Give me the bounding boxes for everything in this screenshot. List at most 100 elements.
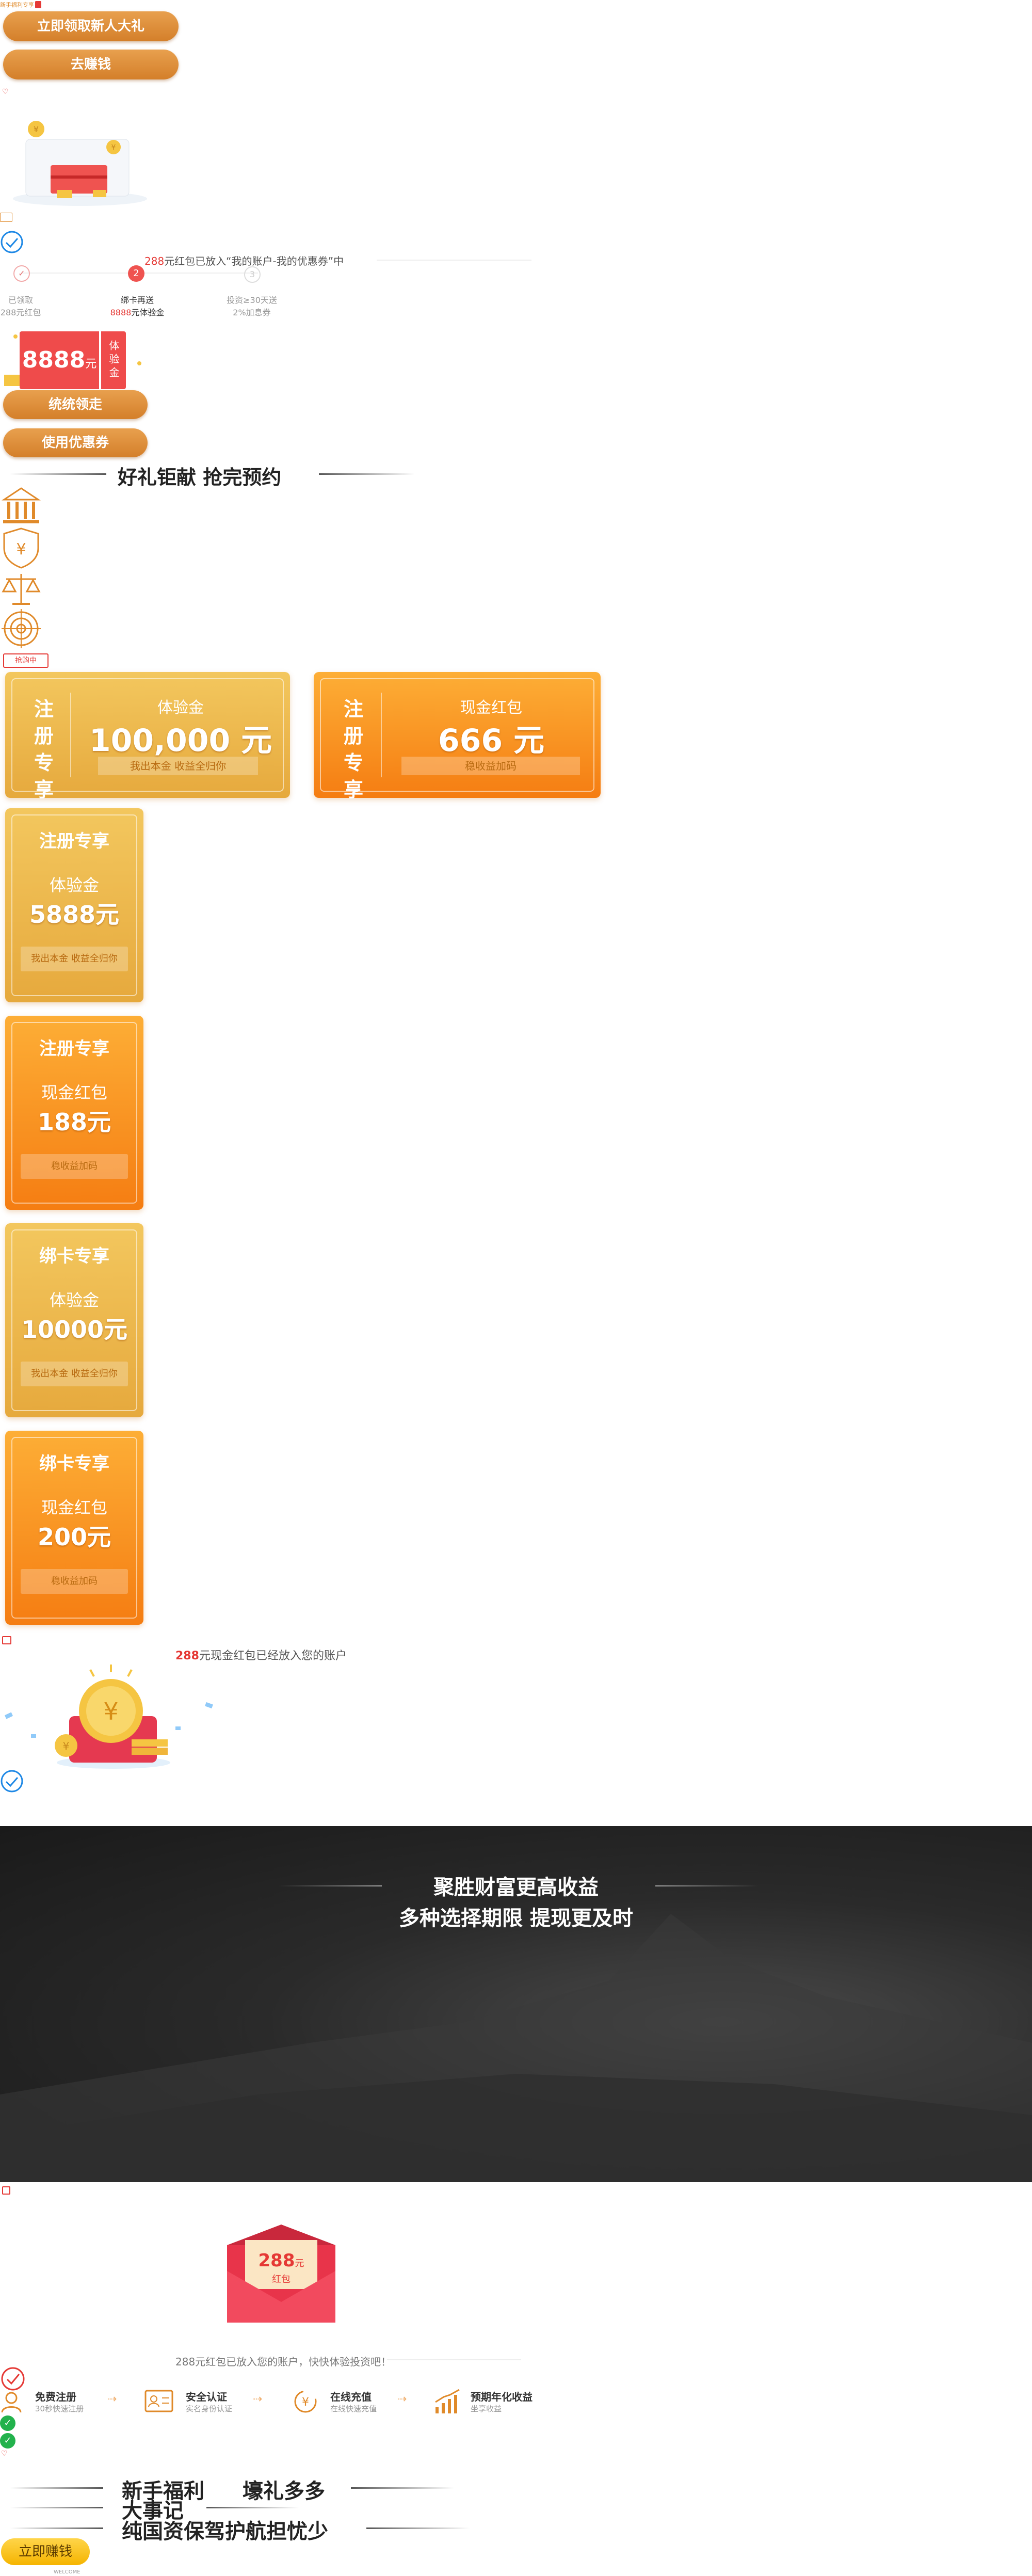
card-note: 稳收益加码 <box>401 757 580 775</box>
card-side-label: 注册专享 <box>343 698 363 801</box>
card-label: 现金红包 <box>460 699 522 717</box>
card-amount: 666 元 <box>438 723 545 759</box>
step-1-label: 已领取 288元红包 <box>0 293 62 318</box>
gift-icon <box>35 1 41 8</box>
banner-line1: 聚胜财富更高收益 <box>433 1876 599 1899</box>
step-3-label: 投资≥30天送 2%加息券 <box>211 293 293 318</box>
card-amount: 100,000 元 <box>89 723 272 759</box>
svg-text:¥: ¥ <box>63 1740 70 1752</box>
step-2-amount: 8888 <box>110 308 132 317</box>
svg-text:¥: ¥ <box>111 143 116 152</box>
id-card-icon <box>144 2390 173 2412</box>
use-coupon-button[interactable]: 使用优惠券 <box>3 428 148 457</box>
check-red-circle-icon <box>1 2367 25 2391</box>
tall-card-3[interactable]: 绑卡专享 体验金 10000元 我出本金 收益全归你 <box>5 1223 143 1417</box>
card-amount: 10000元 <box>21 1316 128 1343</box>
top-badge-label: 新手福利专享 <box>0 2 34 8</box>
bottom-title-4: 纯国资保驾护航担忧少 <box>122 2520 328 2543</box>
step-2-icon: 2 <box>128 265 144 282</box>
card-note: 我出本金 收益全归你 <box>98 757 258 775</box>
decor-dot <box>137 361 141 365</box>
coupon-amount-area: 8888元 <box>20 331 99 389</box>
card-title: 注册专享 <box>39 1038 109 1059</box>
check-green-icon: ✓ <box>0 2433 15 2449</box>
section1-title: 好礼钜献 抢完预约 <box>118 466 282 489</box>
step-1-icon: ✓ <box>13 265 30 282</box>
card-title: 注册专享 <box>39 831 109 852</box>
wide-card-1[interactable]: 注册专享 体验金 100,000 元 我出本金 收益全归你 <box>5 672 290 801</box>
user-icon <box>1 2392 22 2413</box>
adv-1-title: 免费注册 <box>35 2391 76 2403</box>
target-icon <box>2 609 41 648</box>
svg-text:¥: ¥ <box>103 1698 118 1725</box>
card-note: 稳收益加码 <box>21 1154 128 1179</box>
notice-text: 元红包已放入“我的账户-我的优惠券”中 <box>164 255 344 267</box>
envelope-unit: 元 <box>295 2258 304 2269</box>
step-3-icon: 3 <box>244 266 261 283</box>
step-1-line1: 已领取 <box>8 295 33 305</box>
bottom-title-2: 壕礼多多 <box>243 2479 325 2503</box>
tall-card-2[interactable]: 注册专享 现金红包 188元 稳收益加码 <box>5 1016 143 1210</box>
check-green-icon: ✓ <box>0 2415 15 2431</box>
bank-icon <box>2 487 41 523</box>
decor-dot <box>13 334 18 339</box>
adv-3-sub: 在线快速充值 <box>330 2404 377 2413</box>
lock-icon <box>2 1636 11 1644</box>
card-label: 体验金 <box>157 699 204 717</box>
claim-all-button[interactable]: 统统领走 <box>3 390 148 419</box>
envelope-amount: 288元 <box>248 2250 315 2271</box>
bottom-line-left-2 <box>10 2507 103 2508</box>
envelope-label: 红包 <box>272 2274 291 2285</box>
step-2-label: 绑卡再送 8888元体验金 <box>96 293 179 318</box>
shield-yuan-icon: ¥ <box>3 527 39 569</box>
earn-button[interactable]: 去赚钱 <box>3 50 179 79</box>
scale-icon <box>2 574 41 605</box>
notice3: 288元红包已放入您的账户，快快体验投资吧！ <box>175 2356 392 2368</box>
wide-card-2[interactable]: 注册专享 现金红包 666 元 稳收益加码 <box>314 672 601 801</box>
bottom-line-right-3 <box>366 2527 470 2529</box>
tall-card-1[interactable]: 注册专享 体验金 5888元 我出本金 收益全归你 <box>5 808 143 1002</box>
svg-text:¥: ¥ <box>34 124 39 134</box>
adv-3-title: 在线充值 <box>330 2391 372 2403</box>
coupon-unit: 元 <box>85 358 97 371</box>
card-label: 现金红包 <box>41 1083 107 1102</box>
heart-icon: ♡ <box>1 2450 8 2458</box>
arrow-right-icon: ⇢ <box>397 2393 407 2406</box>
card-note: 我出本金 收益全归你 <box>21 1362 128 1386</box>
earn-now-button[interactable]: 立即赚钱 <box>1 2538 90 2565</box>
coupon-tag: 体验金 <box>101 331 126 389</box>
step-3-line2: 2%加息券 <box>233 308 271 317</box>
notice-coupon-added: 288元红包已放入“我的账户-我的优惠券”中 <box>144 253 344 268</box>
card-note: 稳收益加码 <box>21 1569 128 1594</box>
banner-line-right <box>655 1885 759 1886</box>
card-label: 现金红包 <box>41 1498 107 1517</box>
adv-4-title: 预期年化收益 <box>471 2391 533 2403</box>
step-1-line2: 288元红包 <box>0 308 41 317</box>
notice3-line <box>387 2359 521 2360</box>
adv-2-sub: 实名身份认证 <box>186 2404 233 2413</box>
title-line-left <box>10 473 106 475</box>
envelope-value: 288 <box>258 2250 295 2271</box>
tall-card-4[interactable]: 绑卡专享 现金红包 200元 稳收益加码 <box>5 1431 143 1625</box>
check-circle-icon <box>1 1770 23 1793</box>
recharge-yuan-icon: ¥ <box>294 2390 317 2413</box>
wallet-illustration: ¥ ¥ <box>13 121 147 206</box>
card-note: 我出本金 收益全归你 <box>21 947 128 971</box>
coupon-amount: 8888 <box>22 347 86 373</box>
adv-4-sub: 坐享收益 <box>471 2404 502 2413</box>
card-side-label: 注册专享 <box>34 698 54 801</box>
bottom-line-right-2 <box>206 2507 299 2508</box>
card-amount: 200元 <box>37 1523 111 1551</box>
title-line-right <box>319 473 415 475</box>
claim-gift-button[interactable]: 立即领取新人大礼 <box>3 11 179 41</box>
promo-banner: 聚胜财富更高收益 多种选择期限 提现更及时 <box>0 1826 1032 2182</box>
bottom-line-left-3 <box>10 2527 103 2529</box>
bottom-line-left <box>10 2487 103 2489</box>
svg-text:¥: ¥ <box>16 540 26 558</box>
notice-amount: 288 <box>144 255 165 267</box>
step-2-line1: 绑卡再送 <box>120 295 154 305</box>
top-badge: 新手福利专享 <box>0 0 41 9</box>
gift-small-icon <box>0 213 12 222</box>
grab-tag: 抢购中 <box>3 653 49 668</box>
step-2-line2: 元体验金 <box>131 308 165 317</box>
